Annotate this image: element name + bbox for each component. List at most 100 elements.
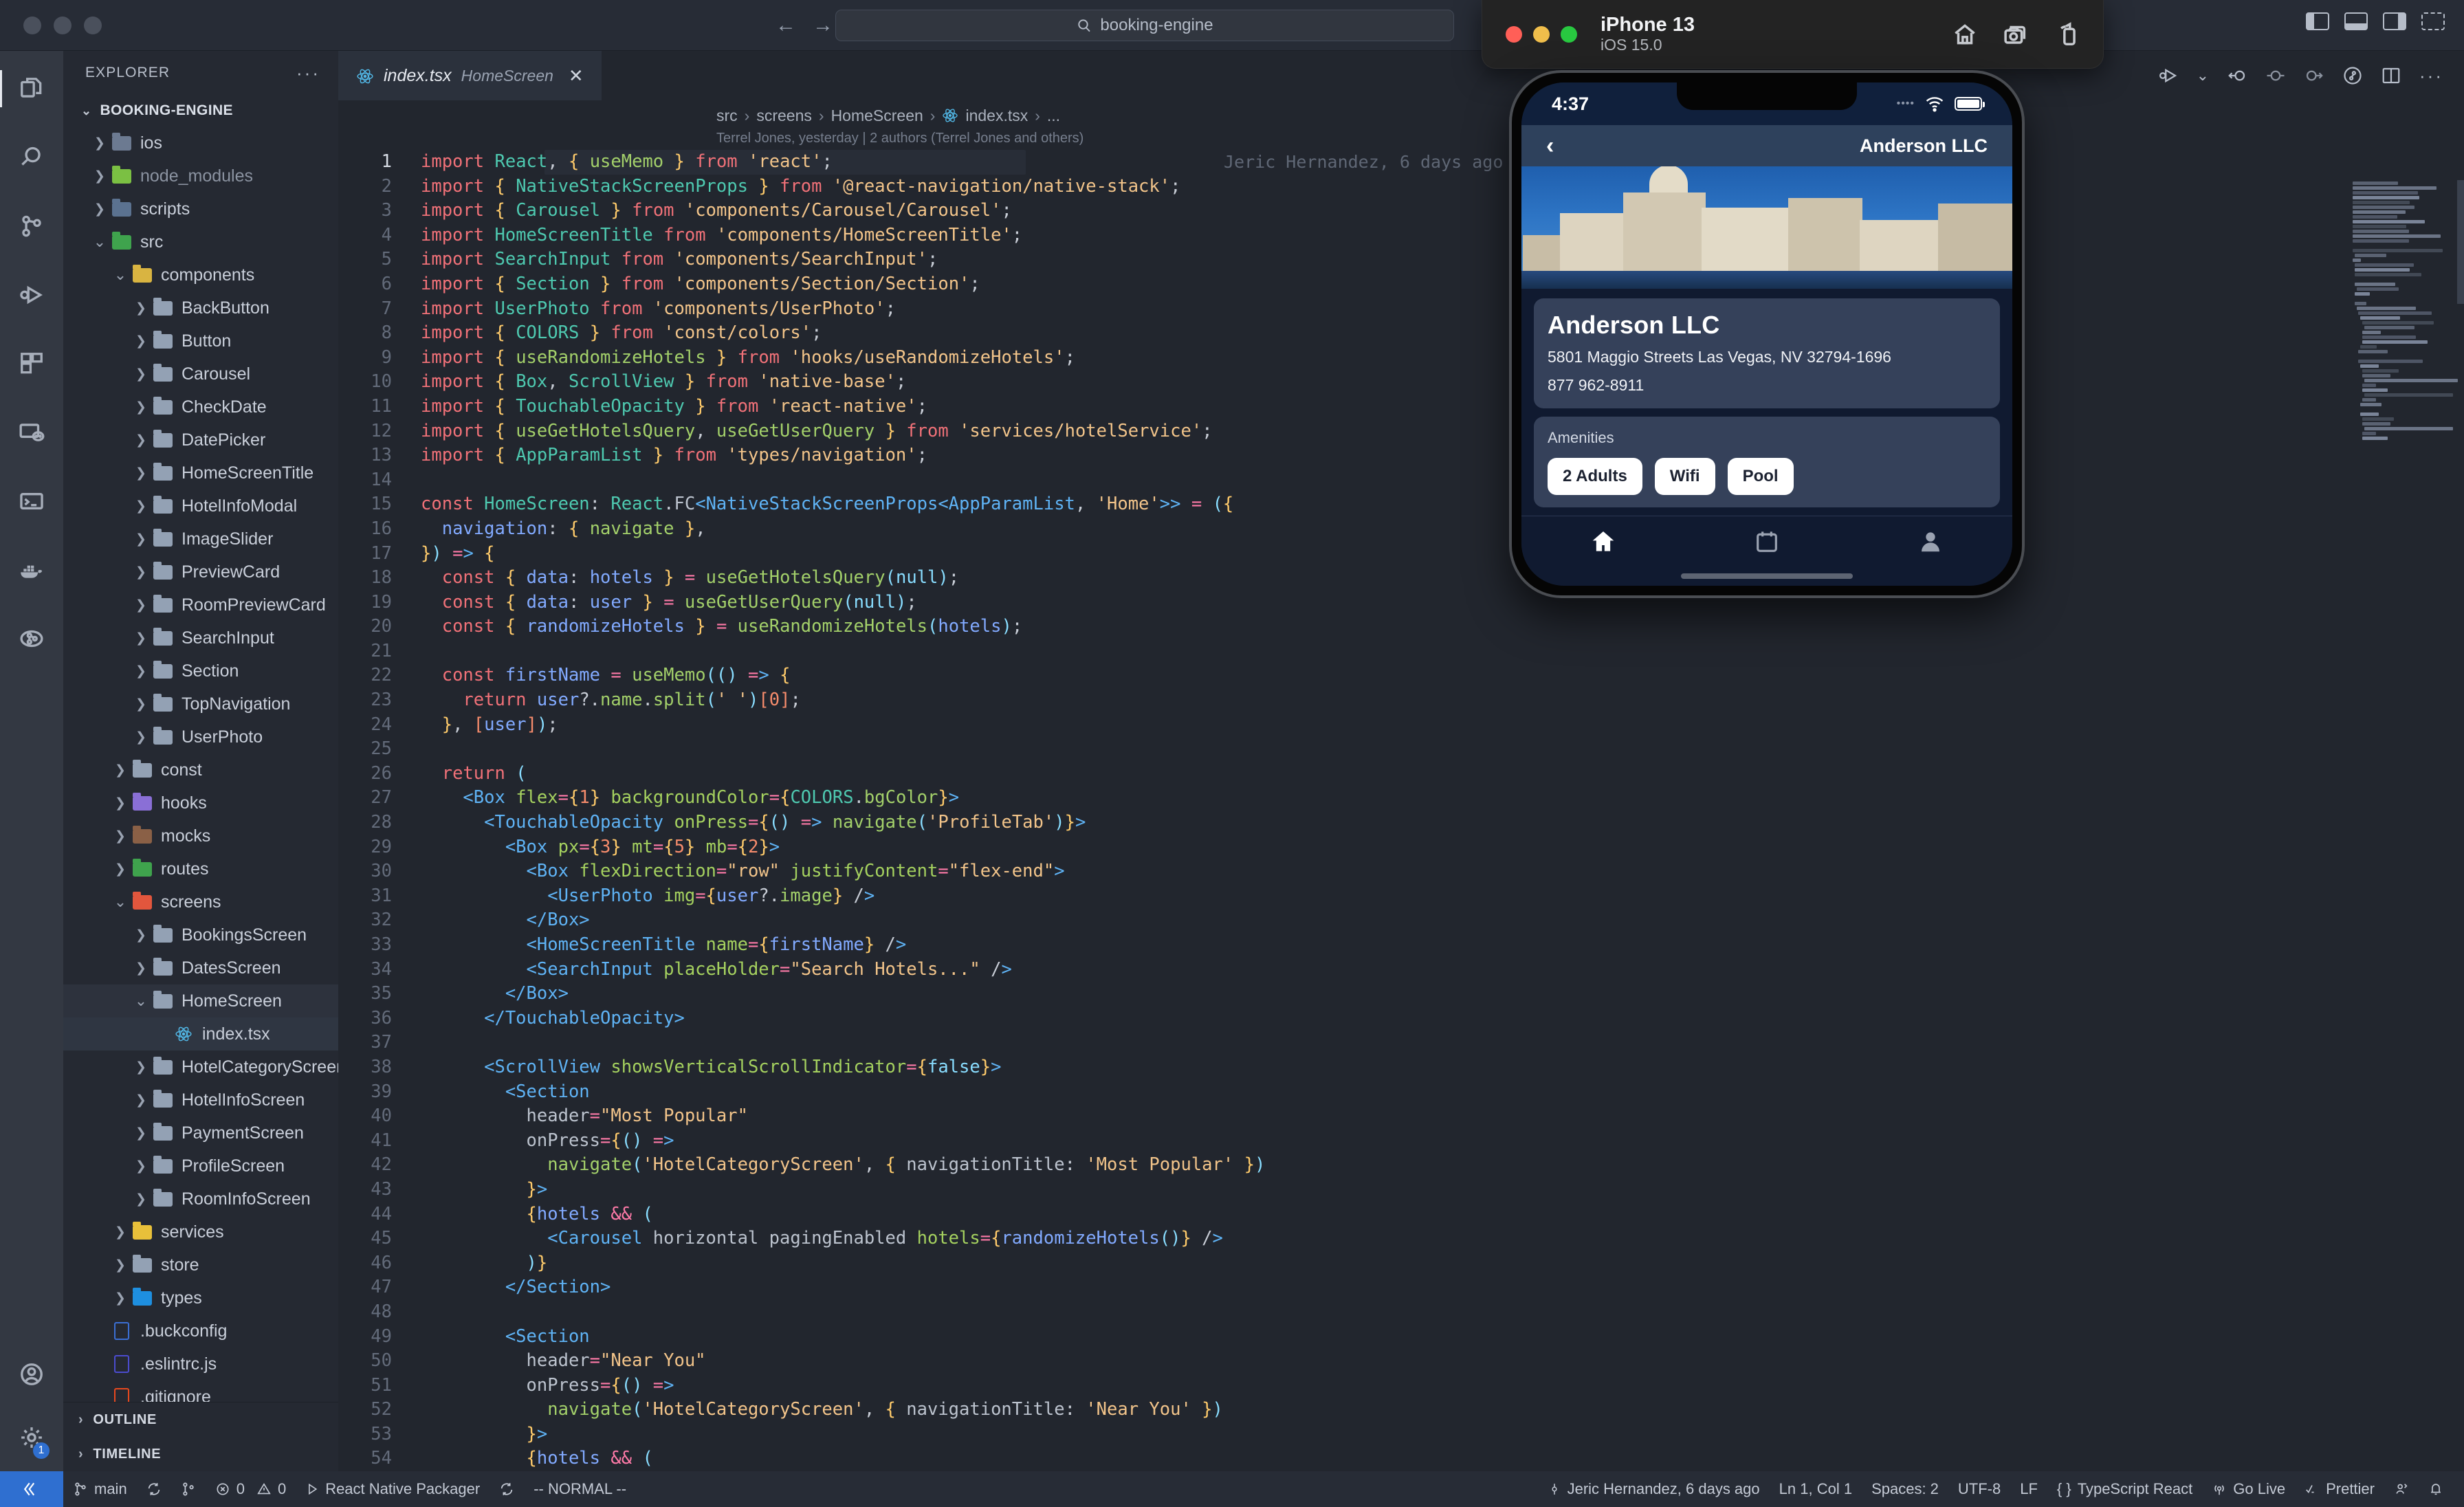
tree-item-hotelinfomodal[interactable]: ❯ HotelInfoModal bbox=[63, 490, 338, 522]
tree-item-mocks[interactable]: ❯ mocks bbox=[63, 820, 338, 852]
nav-back-button[interactable]: ← bbox=[776, 14, 796, 37]
screenshot-icon[interactable] bbox=[2003, 21, 2029, 47]
tree-item-carousel[interactable]: ❯ Carousel bbox=[63, 358, 338, 390]
tree-item-datesscreen[interactable]: ❯ DatesScreen bbox=[63, 952, 338, 984]
sidebar-item-search[interactable] bbox=[0, 135, 63, 180]
chevron-down-icon[interactable]: ⌄ bbox=[2197, 67, 2209, 85]
status-publish[interactable] bbox=[171, 1482, 206, 1497]
status-cursor-position[interactable]: Ln 1, Col 1 bbox=[1770, 1480, 1862, 1498]
status-sync[interactable] bbox=[137, 1482, 171, 1497]
nav-forward-button[interactable]: → bbox=[813, 14, 833, 37]
status-problems[interactable]: 0 0 bbox=[206, 1480, 296, 1498]
tree-item-datepicker[interactable]: ❯ DatePicker bbox=[63, 424, 338, 456]
close-icon[interactable]: ✕ bbox=[569, 65, 584, 87]
git-history-icon[interactable] bbox=[2342, 65, 2363, 86]
status-task[interactable]: React Native Packager bbox=[296, 1480, 490, 1498]
sidebar-item-git-graph[interactable] bbox=[0, 616, 63, 661]
tree-item-userphoto[interactable]: ❯ UserPhoto bbox=[63, 720, 338, 754]
maximize-window-button[interactable] bbox=[84, 16, 102, 34]
breadcrumb-item[interactable]: screens bbox=[756, 107, 812, 125]
minimize-simulator-button[interactable] bbox=[1533, 25, 1550, 43]
status-notifications[interactable] bbox=[2419, 1482, 2453, 1497]
tree-item--buckconfig[interactable]: .buckconfig bbox=[63, 1314, 338, 1348]
tree-item-const[interactable]: ❯ const bbox=[63, 754, 338, 786]
tree-item-ios[interactable]: ❯ ios bbox=[63, 126, 338, 160]
bookings-tab[interactable] bbox=[1685, 529, 1849, 555]
tree-item-hooks[interactable]: ❯ hooks bbox=[63, 786, 338, 820]
editor-more-actions[interactable]: ··· bbox=[2419, 65, 2443, 87]
minimize-window-button[interactable] bbox=[54, 16, 72, 34]
tree-item--gitignore[interactable]: .gitignore bbox=[63, 1380, 338, 1402]
minimap[interactable] bbox=[2346, 180, 2464, 1471]
tree-item-checkdate[interactable]: ❯ CheckDate bbox=[63, 390, 338, 424]
sidebar-item-terminal[interactable] bbox=[0, 478, 63, 524]
customize-layout-icon[interactable] bbox=[2421, 12, 2445, 30]
breadcrumb-item[interactable]: src bbox=[716, 107, 738, 125]
toggle-secondary-sidebar-icon[interactable] bbox=[2383, 12, 2406, 30]
remote-window-button[interactable] bbox=[0, 1471, 63, 1507]
sidebar-item-source-control[interactable] bbox=[0, 204, 63, 249]
breadcrumb-item[interactable]: HomeScreen bbox=[831, 107, 923, 125]
status-encoding[interactable]: UTF-8 bbox=[1948, 1480, 2010, 1498]
tree-item-routes[interactable]: ❯ routes bbox=[63, 852, 338, 886]
scrollbar[interactable] bbox=[2457, 180, 2464, 304]
tree-item-topnavigation[interactable]: ❯ TopNavigation bbox=[63, 688, 338, 720]
status-blame[interactable]: Jeric Hernandez, 6 days ago bbox=[1538, 1480, 1770, 1498]
step-over-icon[interactable] bbox=[2265, 65, 2286, 86]
amenity-chip[interactable]: Wifi bbox=[1654, 458, 1715, 496]
command-center-search[interactable]: booking-engine bbox=[835, 10, 1454, 41]
window-traffic-lights[interactable] bbox=[0, 16, 102, 34]
tree-item-types[interactable]: ❯ types bbox=[63, 1282, 338, 1314]
tree-item-roominfoscreen[interactable]: ❯ RoomInfoScreen bbox=[63, 1182, 338, 1216]
home-tab[interactable] bbox=[1521, 528, 1685, 556]
run-debug-icon[interactable] bbox=[2158, 65, 2179, 86]
tree-item-node-modules[interactable]: ❯ node_modules bbox=[63, 160, 338, 192]
tree-item-section[interactable]: ❯ Section bbox=[63, 654, 338, 688]
tree-item-paymentscreen[interactable]: ❯ PaymentScreen bbox=[63, 1116, 338, 1150]
amenity-chip[interactable]: Pool bbox=[1727, 458, 1794, 496]
status-language-mode[interactable]: { } TypeScript React bbox=[2047, 1480, 2202, 1498]
breadcrumb[interactable]: src › screens › HomeScreen › index.tsx ›… bbox=[338, 100, 2464, 131]
settings-button[interactable]: 1 bbox=[0, 1415, 63, 1460]
step-forward-icon[interactable] bbox=[2304, 65, 2324, 86]
amenity-chip[interactable]: 2 Adults bbox=[1548, 458, 1642, 496]
profile-tab[interactable] bbox=[1849, 529, 2012, 555]
back-button[interactable]: ‹ bbox=[1546, 134, 1554, 157]
close-simulator-button[interactable] bbox=[1506, 25, 1522, 43]
sidebar-item-docker[interactable] bbox=[0, 547, 63, 593]
project-root-row[interactable]: ⌄ BOOKING-ENGINE bbox=[63, 95, 338, 126]
tree-item-components[interactable]: ⌄ components bbox=[63, 258, 338, 292]
tree-item-previewcard[interactable]: ❯ PreviewCard bbox=[63, 556, 338, 588]
sidebar-item-extensions[interactable] bbox=[0, 341, 63, 386]
tree-item-searchinput[interactable]: ❯ SearchInput bbox=[63, 622, 338, 654]
explorer-more-actions[interactable]: ··· bbox=[296, 63, 320, 84]
tree-item-bookingsscreen[interactable]: ❯ BookingsScreen bbox=[63, 918, 338, 952]
tree-item-hotelcategoryscreen[interactable]: ❯ HotelCategoryScreen bbox=[63, 1050, 338, 1084]
tree-item-homescreen[interactable]: ⌄ HomeScreen bbox=[63, 984, 338, 1018]
toggle-panel-icon[interactable] bbox=[2344, 12, 2368, 30]
tree-item-hotelinfoscreen[interactable]: ❯ HotelInfoScreen bbox=[63, 1084, 338, 1116]
hotel-detail-content[interactable]: Anderson LLC 5801 Maggio Streets Las Veg… bbox=[1521, 289, 2012, 516]
status-eol[interactable]: LF bbox=[2010, 1480, 2047, 1498]
status-task-spinner[interactable] bbox=[490, 1482, 524, 1497]
tree-item-src[interactable]: ⌄ src bbox=[63, 226, 338, 258]
outline-section[interactable]: › OUTLINE bbox=[63, 1402, 338, 1437]
tree-item-backbutton[interactable]: ❯ BackButton bbox=[63, 292, 338, 324]
tree-item--eslintrc-js[interactable]: .eslintrc.js bbox=[63, 1348, 338, 1380]
status-feedback[interactable] bbox=[2384, 1482, 2419, 1497]
file-tree[interactable]: ❯ ios ❯ node_modules ❯ scripts ⌄ src ⌄ components… bbox=[63, 126, 338, 1402]
breadcrumb-item[interactable]: index.tsx bbox=[965, 107, 1028, 125]
close-window-button[interactable] bbox=[23, 16, 41, 34]
tree-item-roompreviewcard[interactable]: ❯ RoomPreviewCard bbox=[63, 588, 338, 622]
breadcrumb-item[interactable]: ... bbox=[1047, 107, 1060, 125]
tree-item-button[interactable]: ❯ Button bbox=[63, 324, 338, 358]
rotate-icon[interactable] bbox=[2054, 21, 2080, 47]
code-editor[interactable]: Terrel Jones, yesterday | 2 authors (Ter… bbox=[338, 131, 2464, 1471]
timeline-section[interactable]: › TIMELINE bbox=[63, 1437, 338, 1471]
status-go-live[interactable]: Go Live bbox=[2202, 1480, 2295, 1498]
step-back-icon[interactable] bbox=[2227, 65, 2247, 86]
status-indentation[interactable]: Spaces: 2 bbox=[1862, 1480, 1948, 1498]
tree-item-store[interactable]: ❯ store bbox=[63, 1248, 338, 1282]
tab-index-tsx[interactable]: index.tsx HomeScreen ✕ bbox=[338, 51, 602, 100]
home-icon[interactable] bbox=[1952, 21, 1978, 47]
